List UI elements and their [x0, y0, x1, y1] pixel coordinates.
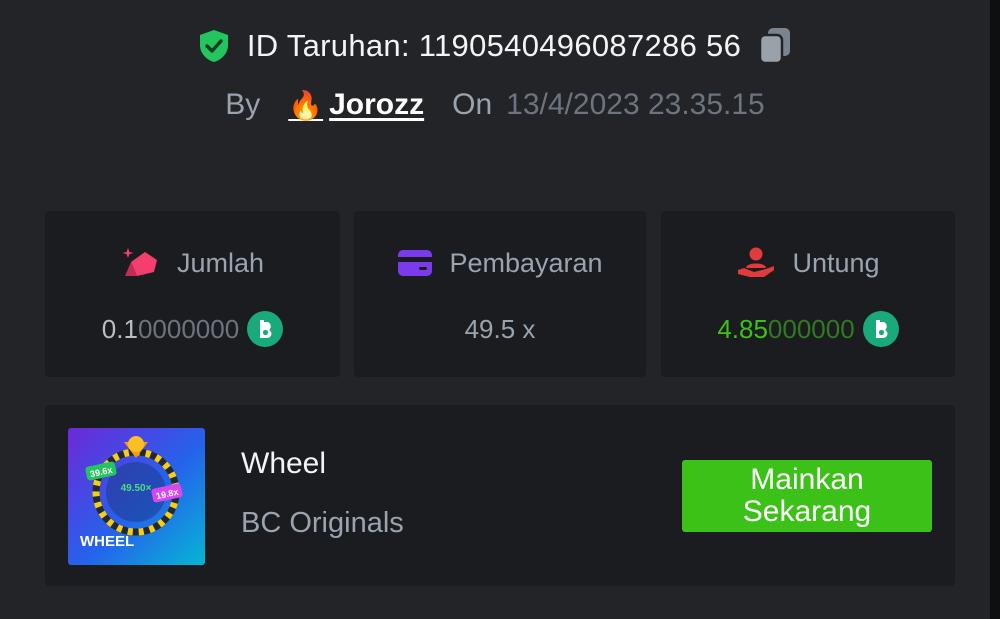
amount-value-main: 0.1 [101, 313, 138, 344]
profit-value: 4.85 000000 [661, 309, 955, 349]
payout-multiplier: 49.5 x [464, 313, 536, 344]
bc-coin-icon [862, 311, 899, 347]
profit-header: Untung [661, 243, 955, 283]
on-label: On [452, 88, 493, 121]
game-thumbnail[interactable]: 39.6x 19.8x 49.50× WHEEL [68, 428, 205, 565]
amount-value: 0.1 0000000 [45, 309, 340, 349]
payout-card: Pembayaran 49.5 x [354, 211, 646, 377]
username-text: Jorozz [329, 88, 425, 121]
profit-value-main: 4.85 [717, 313, 768, 344]
copy-icon[interactable] [757, 26, 793, 66]
bet-id-row: ID Taruhan: 1190540496087286 56 [0, 22, 990, 70]
game-provider: BC Originals [241, 507, 404, 539]
payout-label: Pembayaran [449, 247, 603, 278]
profit-value-faded: 000000 [767, 313, 855, 344]
bet-detail-panel: ID Taruhan: 1190540496087286 56 By 🔥 Jor… [0, 0, 990, 619]
bet-id-text: ID Taruhan: 1190540496087286 56 [247, 28, 741, 64]
bet-id-value: 1190540496087286 56 [418, 28, 742, 63]
amount-bag-icon [121, 246, 161, 280]
by-label: By [225, 88, 261, 121]
profit-label: Untung [792, 247, 880, 278]
thumb-center-multiplier: 49.50× [121, 483, 152, 494]
bet-datetime: 13/4/2023 23.35.15 [506, 88, 765, 121]
amount-value-faded: 0000000 [137, 313, 240, 344]
bet-id-label: ID Taruhan: [246, 28, 410, 63]
bc-coin-icon [247, 311, 284, 347]
thumb-title: WHEEL [80, 533, 134, 550]
payout-header: Pembayaran [354, 243, 646, 283]
amount-label: Jumlah [176, 247, 265, 278]
card-icon [397, 248, 433, 278]
username-link[interactable]: 🔥 Jorozz [288, 88, 424, 122]
shield-check-icon [197, 28, 231, 64]
scrollbar-track[interactable] [990, 0, 1000, 619]
play-now-button[interactable]: Mainkan Sekarang [682, 460, 932, 532]
fire-icon: 🔥 [288, 89, 324, 121]
amount-card: Jumlah 0.1 0000000 [45, 211, 340, 377]
author-row: By 🔥 Jorozz On 13/4/2023 23.35.15 [0, 82, 990, 128]
profit-hand-icon [736, 246, 776, 280]
game-name[interactable]: Wheel [241, 447, 326, 481]
game-card: 39.6x 19.8x 49.50× WHEEL Wheel BC Origin… [45, 405, 955, 586]
amount-header: Jumlah [45, 243, 340, 283]
payout-value: 49.5 x [354, 309, 646, 349]
profit-card: Untung 4.85 000000 [661, 211, 955, 377]
